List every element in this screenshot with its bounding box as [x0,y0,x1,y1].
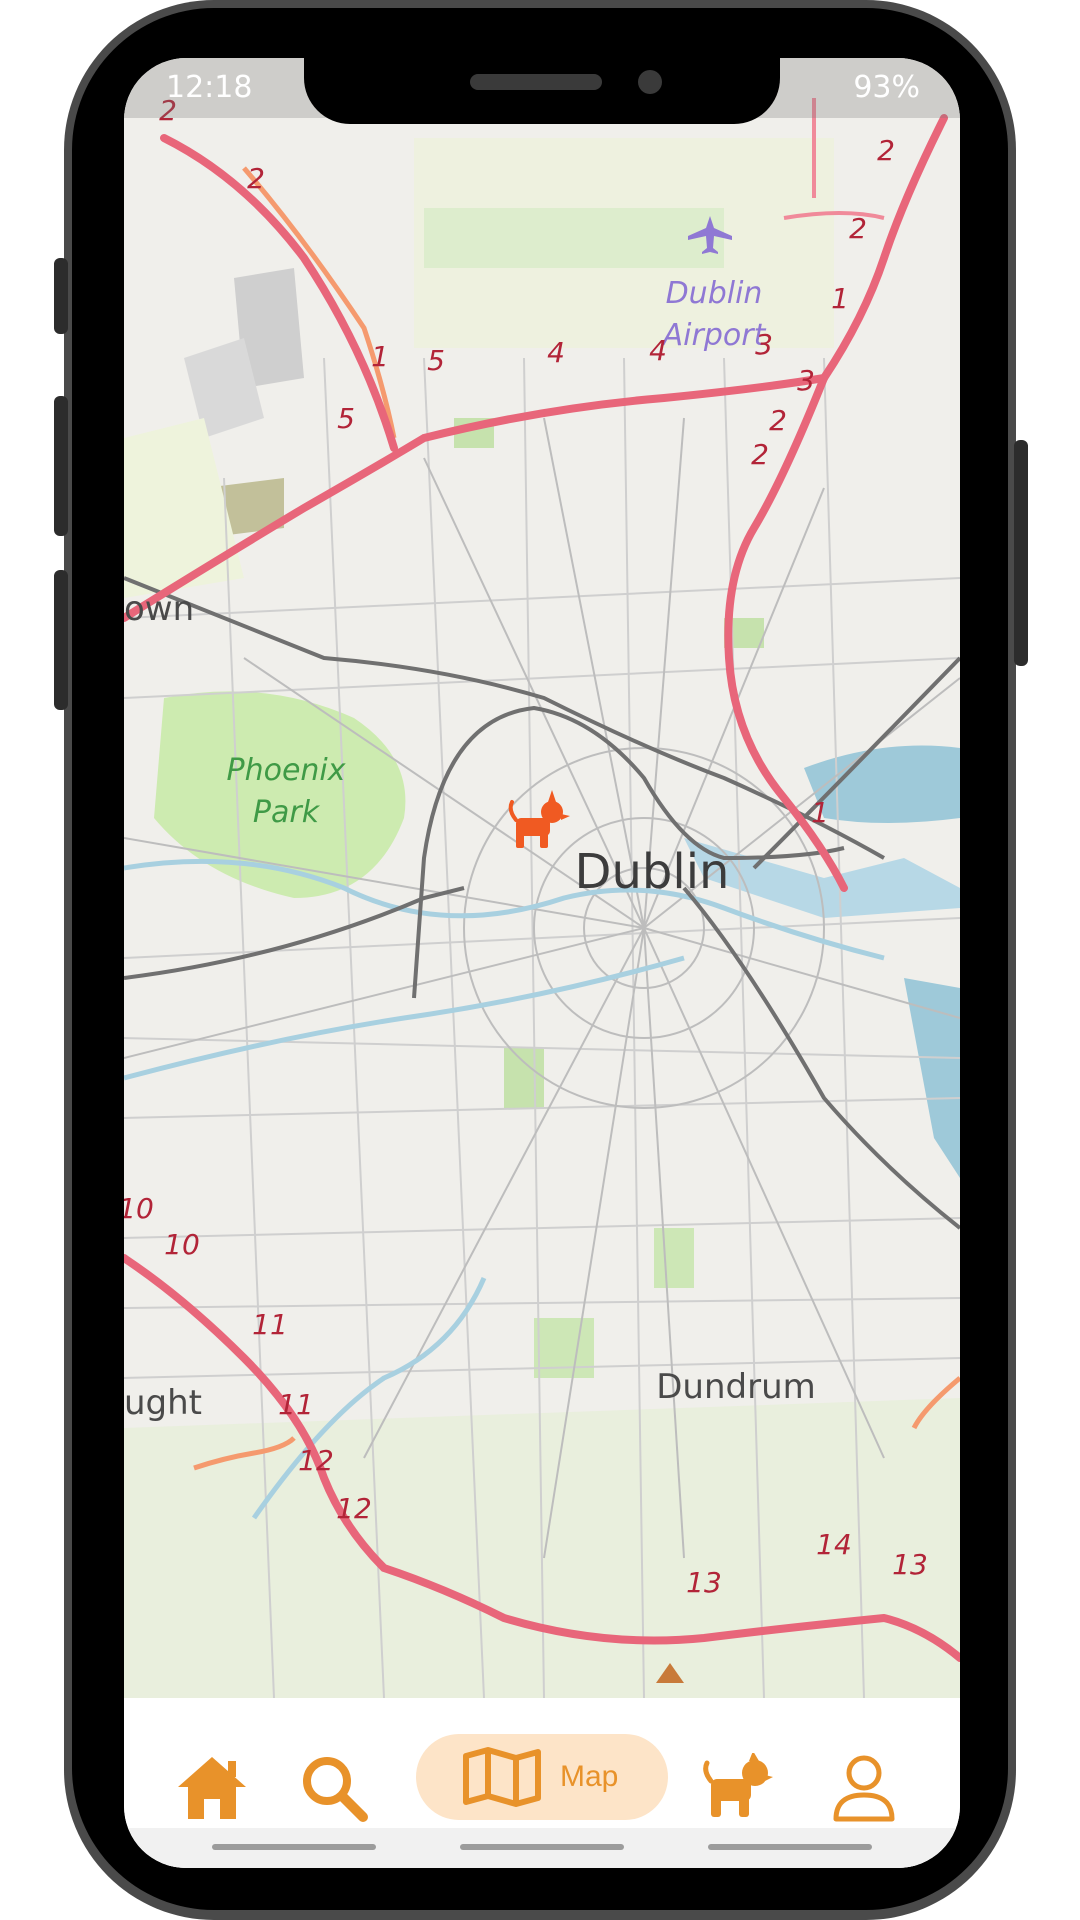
profile-icon [833,1755,895,1822]
nav-home-button[interactable] [162,1738,262,1838]
camera-notch [304,58,780,124]
route-number: 2 [877,134,895,167]
nav-search-button[interactable] [284,1738,384,1838]
route-number: 4 [547,336,565,369]
nav-dog-button[interactable] [688,1738,788,1838]
route-number: 2 [247,162,265,195]
search-icon [303,1757,368,1822]
route-number: 10 [164,1228,200,1261]
nav-map-button[interactable]: Map [416,1734,668,1820]
route-number: 3 [797,364,815,397]
park-label: Phoenix [226,753,345,788]
route-number: 1 [831,282,849,315]
earpiece [470,74,602,90]
route-number: 4 [649,334,667,367]
map-view[interactable]: Dublin Airport Phoenix Park Dublin Dundr… [124,58,960,1698]
route-number: 13 [892,1548,928,1581]
route-number: 5 [337,402,355,435]
route-number: 11 [278,1388,314,1421]
volume-button [54,258,68,334]
nav-profile-button[interactable] [814,1738,914,1838]
route-number: 12 [298,1444,334,1477]
power-button [1014,440,1028,666]
status-time: 12:18 [166,70,253,105]
dog-icon [703,1753,773,1817]
district-label-left-top: own [124,589,194,629]
route-number: 13 [686,1566,722,1599]
app-screen: Dublin Airport Phoenix Park Dublin Dundr… [124,58,960,1868]
system-back-button[interactable] [708,1844,872,1850]
volume-up-button [54,396,68,536]
district-label-left-bottom: ught [124,1383,202,1423]
route-number: 5 [427,344,445,377]
volume-down-button [54,570,68,710]
route-number: 1 [811,796,829,829]
route-number: 12 [336,1492,372,1525]
map-icon [463,1747,541,1807]
system-nav-bar [124,1828,960,1868]
route-number: 2 [849,212,867,245]
nav-map-label: Map [560,1760,619,1793]
front-camera [638,70,662,94]
system-recent-apps-button[interactable] [212,1844,376,1850]
district-label-dundrum: Dundrum [656,1367,816,1407]
route-number: 2 [769,404,787,437]
route-number: 3 [755,328,773,361]
system-home-button[interactable] [460,1844,624,1850]
route-number: 1 [371,340,389,373]
route-number: 10 [124,1192,154,1225]
route-number: 14 [816,1528,852,1561]
city-label: Dublin [575,844,730,900]
airport-label-line2: Airport [661,318,767,353]
route-number: 2 [751,438,769,471]
home-icon [178,1757,246,1819]
park-label-line2: Park [253,795,321,830]
route-number: 11 [252,1308,288,1341]
airport-label: Dublin [666,276,763,311]
status-battery: 93% [853,70,920,105]
